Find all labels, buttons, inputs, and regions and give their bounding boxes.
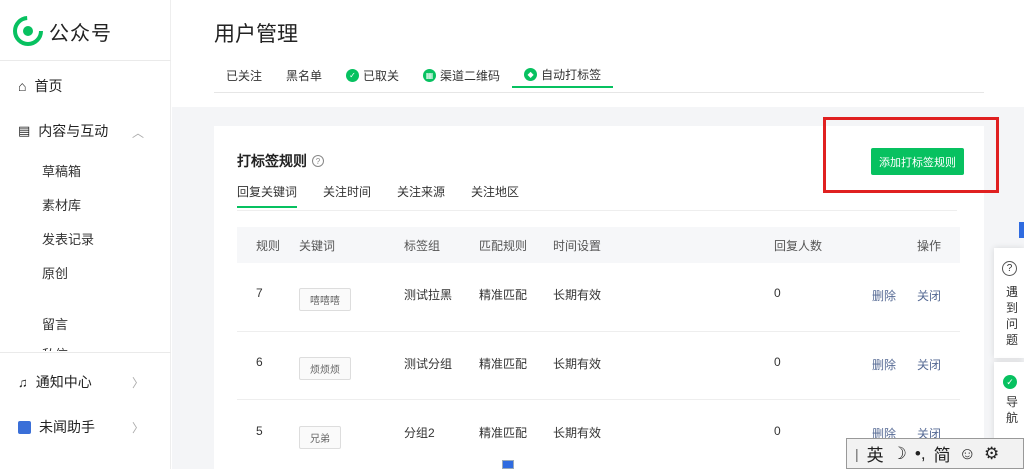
divider <box>0 60 171 61</box>
subtab-follow-region[interactable]: 关注地区 <box>471 183 519 208</box>
subtab-follow-source[interactable]: 关注来源 <box>397 183 445 208</box>
bell-icon: ♫ <box>18 374 28 390</box>
help-icon: ? <box>1002 261 1017 276</box>
scroll-indicator <box>1019 222 1024 238</box>
ime-script-toggle[interactable]: 简 <box>934 441 951 466</box>
gear-icon[interactable]: ⚙ <box>984 444 999 464</box>
divider <box>0 352 171 353</box>
check-icon: ✓ <box>346 68 360 82</box>
time-setting: 长期有效 <box>553 288 602 302</box>
close-link[interactable]: 关闭 <box>917 356 941 373</box>
delete-link[interactable]: 删除 <box>872 356 896 373</box>
sidebar-item-assistant[interactable]: 未闻助手 <box>18 417 95 437</box>
wechat-official-logo-icon <box>13 16 43 46</box>
app-logo[interactable]: 公众号 <box>13 16 112 46</box>
delete-link[interactable]: 删除 <box>872 287 896 304</box>
scroll-handle[interactable] <box>502 460 514 469</box>
tab-channel-qrcode[interactable]: ▦ 渠道二维码 <box>411 62 512 88</box>
page-title: 用户管理 <box>214 23 298 46</box>
sidebar-item-messages[interactable]: 私信 <box>42 344 68 351</box>
reply-count: 0 <box>774 286 781 300</box>
sidebar-item-publish-records[interactable]: 发表记录 <box>42 229 94 248</box>
chevron-up-icon[interactable]: ︿ <box>132 124 144 141</box>
tag-group: 分组2 <box>404 426 435 440</box>
sidebar-item-original[interactable]: 原创 <box>42 263 68 282</box>
home-icon: ⌂ <box>18 78 27 94</box>
sidebar-item-drafts[interactable]: 草稿箱 <box>42 161 81 180</box>
reply-count: 0 <box>774 355 781 369</box>
match-rule: 精准匹配 <box>479 426 528 440</box>
highlight-box <box>823 117 999 193</box>
reply-count: 0 <box>774 424 781 438</box>
close-link[interactable]: 关闭 <box>917 287 941 304</box>
column-header-reply-count: 回复人数 <box>774 239 823 253</box>
column-header-time-setting: 时间设置 <box>553 239 602 253</box>
tab-followed[interactable]: 已关注 <box>214 62 274 88</box>
assistant-icon <box>18 420 31 434</box>
user-tabs: 已关注 黑名单 ✓ 已取关 ▦ 渠道二维码 ◆ 自动打标签 <box>214 62 614 92</box>
guide-label: 导航 <box>1006 395 1019 425</box>
emoji-icon[interactable]: ☺ <box>959 444 976 464</box>
tab-auto-tag[interactable]: ◆ 自动打标签 <box>512 62 614 88</box>
sidebar-item-content[interactable]: ▤ 内容与互动 <box>18 121 108 141</box>
app-name: 公众号 <box>49 22 112 45</box>
ime-language-toggle[interactable]: 英 <box>867 441 884 466</box>
moon-icon[interactable]: ☽ <box>892 444 907 464</box>
tab-blacklist[interactable]: 黑名单 <box>274 62 334 88</box>
keyword-tag: 嘻嘻嘻 <box>299 288 351 311</box>
sidebar-item-home[interactable]: ⌂ 首页 <box>18 76 62 96</box>
qrcode-icon: ▦ <box>423 68 437 82</box>
problem-help-label: 遇到问题 <box>1006 285 1019 347</box>
rule-number: 6 <box>256 355 263 369</box>
rule-subtabs: 回复关键词 关注时间 关注来源 关注地区 <box>237 183 545 208</box>
check-icon: ✓ <box>1003 375 1017 389</box>
divider <box>237 210 957 211</box>
divider <box>214 92 984 93</box>
column-header-rule: 规则 <box>256 239 281 253</box>
tag-group: 测试拉黑 <box>404 288 453 302</box>
column-header-tag-group: 标签组 <box>404 239 441 253</box>
keyword-tag: 烦烦烦 <box>299 357 351 380</box>
sidebar: 公众号 ⌂ 首页 ▤ 内容与互动 ︿ 草稿箱 素材库 发表记录 原创 留言 私信… <box>0 0 171 469</box>
sidebar-item-comments[interactable]: 留言 <box>42 314 68 333</box>
rule-number: 7 <box>256 286 263 300</box>
time-setting: 长期有效 <box>553 357 602 371</box>
match-rule: 精准匹配 <box>479 357 528 371</box>
drag-handle-icon[interactable]: | <box>855 446 859 462</box>
column-header-match-rule: 匹配规则 <box>479 239 528 253</box>
help-icon[interactable]: ? <box>312 155 324 167</box>
match-rule: 精准匹配 <box>479 288 528 302</box>
ime-toolbar: | 英 ☽ •, 简 ☺ ⚙ <box>846 438 1024 469</box>
rules-title: 打标签规则 ? <box>237 151 324 171</box>
keyword-tag: 兄弟 <box>299 426 341 449</box>
tab-unfollowed[interactable]: ✓ 已取关 <box>334 62 411 88</box>
rule-number: 5 <box>256 424 263 438</box>
document-icon: ▤ <box>18 123 31 138</box>
tag-group: 测试分组 <box>404 357 453 371</box>
subtab-follow-time[interactable]: 关注时间 <box>323 183 371 208</box>
column-header-keyword: 关键词 <box>299 239 336 253</box>
chevron-right-icon[interactable]: 〉 <box>132 374 144 391</box>
tag-icon: ◆ <box>524 67 538 81</box>
subtab-keyword-reply[interactable]: 回复关键词 <box>237 183 298 208</box>
divider <box>237 399 960 400</box>
divider <box>237 331 960 332</box>
punctuation-icon[interactable]: •, <box>915 444 926 464</box>
sidebar-item-materials[interactable]: 素材库 <box>42 195 81 214</box>
column-header-actions: 操作 <box>917 239 942 253</box>
time-setting: 长期有效 <box>553 426 602 440</box>
chevron-right-icon[interactable]: 〉 <box>132 419 144 436</box>
sidebar-item-notifications[interactable]: ♫ 通知中心 <box>18 372 92 392</box>
